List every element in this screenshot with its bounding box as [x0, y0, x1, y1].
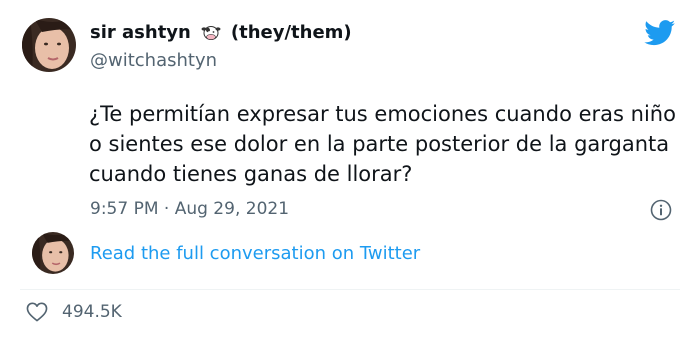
author-handle[interactable]: @witchashtyn — [90, 50, 217, 71]
read-conversation-link[interactable]: Read the full conversation on Twitter — [90, 243, 420, 264]
tweet-timestamp[interactable]: 9:57 PM · Aug 29, 2021 — [90, 199, 289, 219]
info-icon[interactable] — [650, 199, 672, 221]
author-avatar[interactable] — [22, 18, 76, 72]
cow-face-icon — [201, 24, 221, 42]
author-display-name: sir ashtyn — [90, 22, 191, 43]
heart-icon — [26, 302, 48, 322]
author-pronouns: (they/them) — [230, 22, 352, 43]
divider — [20, 289, 680, 290]
like-count: 494.5K — [62, 302, 122, 322]
author-name[interactable]: sir ashtyn (they/them) — [90, 22, 352, 43]
reply-avatar[interactable] — [32, 232, 74, 274]
tweet-text: ¿Te permitían expresar tus emociones cua… — [89, 102, 676, 186]
twitter-bird-icon[interactable] — [644, 20, 676, 46]
like-button[interactable]: 494.5K — [26, 302, 122, 322]
